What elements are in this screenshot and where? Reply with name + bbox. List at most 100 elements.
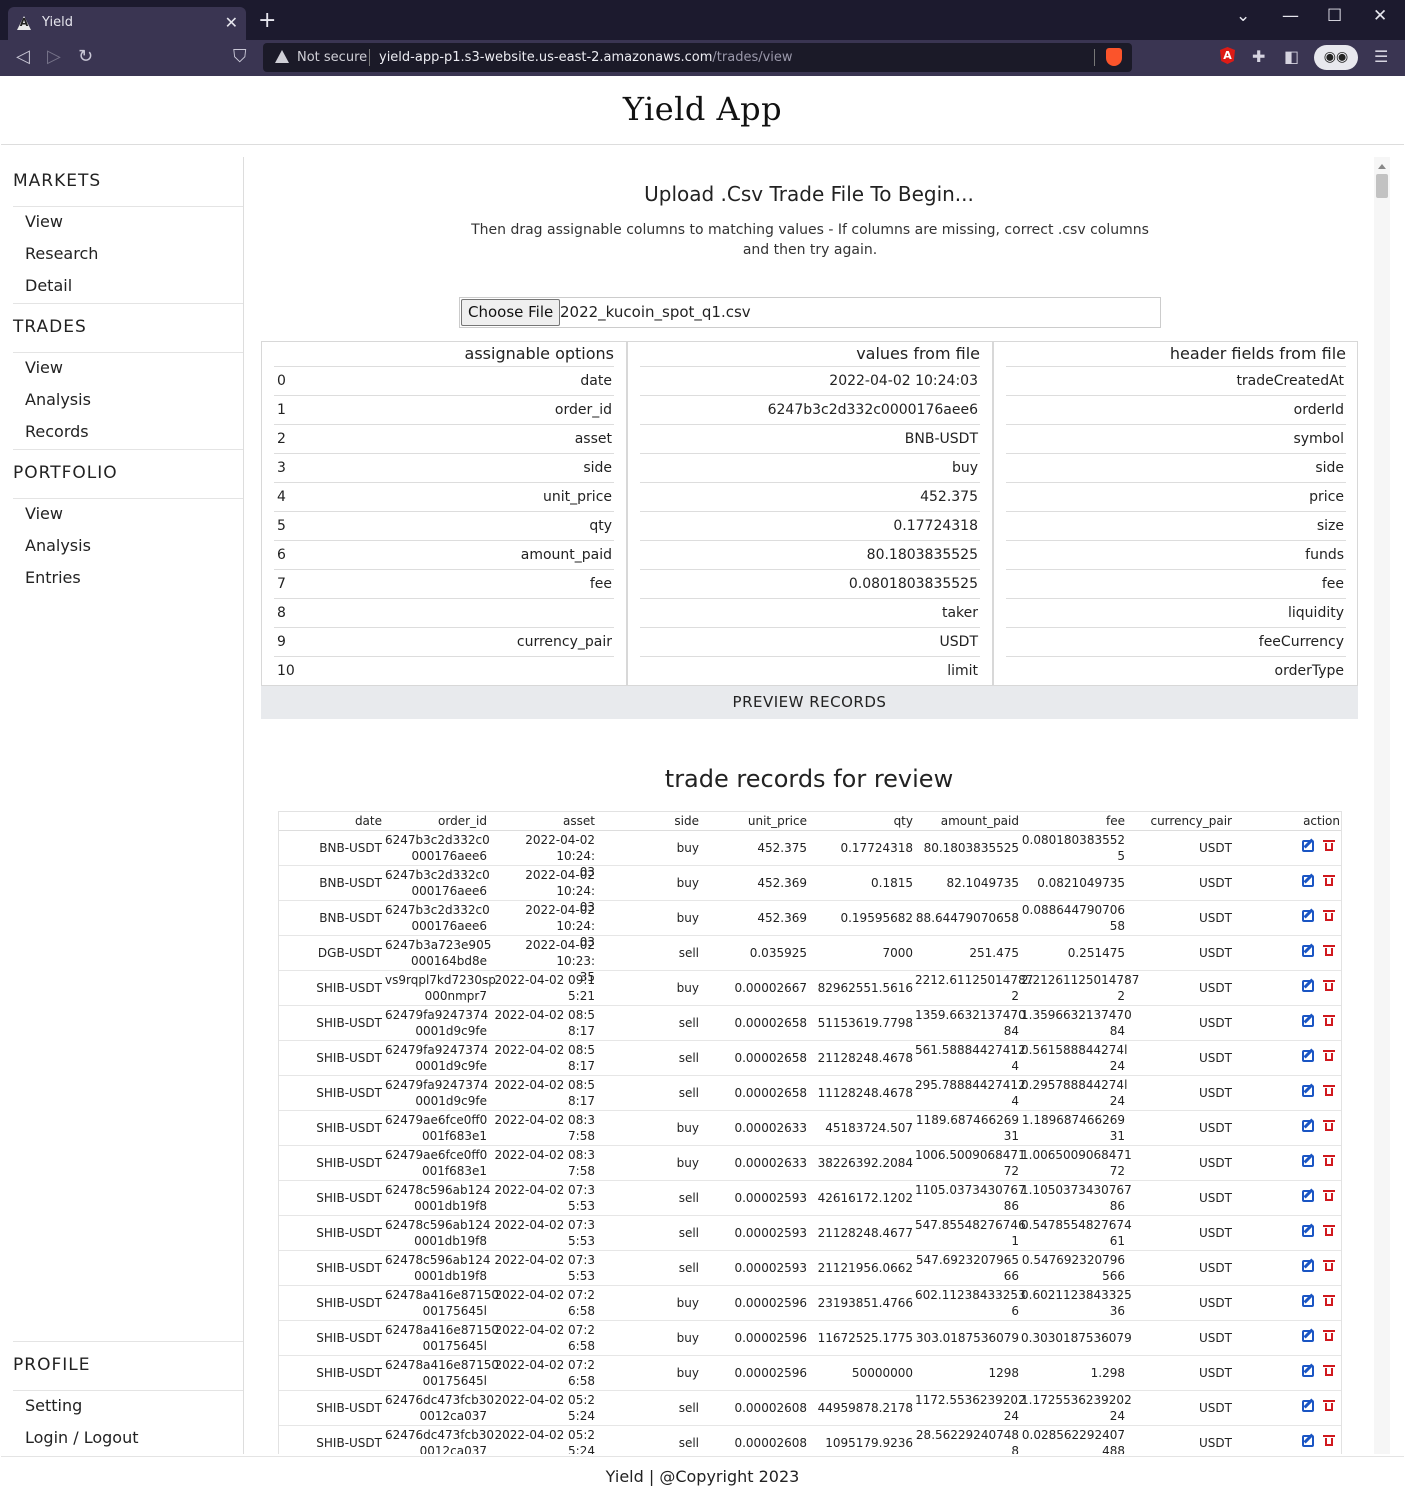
mapping-row[interactable]: 4 unit_price	[274, 482, 614, 511]
main-scrollbar[interactable]	[1374, 157, 1390, 1454]
nav-markets-research[interactable]: Research	[25, 244, 98, 263]
mapping-row[interactable]: fee	[1006, 569, 1346, 598]
edit-icon[interactable]	[1302, 1330, 1314, 1342]
angular-extension-icon[interactable]: A	[1220, 47, 1235, 64]
delete-icon[interactable]	[1323, 1260, 1335, 1272]
address-bar[interactable]: Not secure yield-app-p1.s3-website.us-ea…	[263, 43, 1132, 72]
edit-icon[interactable]	[1302, 1120, 1314, 1132]
mapping-row[interactable]: 2022-04-02 10:24:03	[640, 366, 980, 395]
mapping-row[interactable]: 5 qty	[274, 511, 614, 540]
delete-icon[interactable]	[1323, 1120, 1335, 1132]
nav-portfolio-view[interactable]: View	[25, 504, 63, 523]
edit-icon[interactable]	[1302, 840, 1314, 852]
mapping-row[interactable]: 452.375	[640, 482, 980, 511]
delete-icon[interactable]	[1323, 1015, 1335, 1027]
delete-icon[interactable]	[1323, 1330, 1335, 1342]
mapping-row[interactable]: 0 date	[274, 366, 614, 395]
mapping-row[interactable]: 9 currency_pair	[274, 627, 614, 656]
edit-icon[interactable]	[1302, 1400, 1314, 1412]
extensions-icon[interactable]: ✚	[1252, 47, 1265, 66]
edit-icon[interactable]	[1302, 980, 1314, 992]
mapping-row[interactable]: USDT	[640, 627, 980, 656]
menu-icon[interactable]: ☰	[1374, 47, 1388, 66]
nav-trades-analysis[interactable]: Analysis	[25, 390, 91, 409]
profile-avatar-icon[interactable]: ◉◉	[1314, 45, 1358, 70]
mapping-row[interactable]: liquidity	[1006, 598, 1346, 627]
back-icon[interactable]: ◁	[16, 47, 30, 67]
delete-icon[interactable]	[1323, 980, 1335, 992]
nav-markets-detail[interactable]: Detail	[25, 276, 72, 295]
delete-icon[interactable]	[1323, 840, 1335, 852]
choose-file-button[interactable]: Choose File	[461, 299, 561, 326]
new-tab-icon[interactable]: +	[258, 10, 276, 32]
window-close-icon[interactable]: ✕	[1373, 6, 1387, 26]
file-input[interactable]: Choose File 2022_kucoin_spot_q1.csv	[459, 297, 1161, 328]
edit-icon[interactable]	[1302, 1085, 1314, 1097]
nav-trades-records[interactable]: Records	[25, 422, 89, 441]
mapping-row[interactable]: 10	[274, 656, 614, 685]
nav-profile-setting[interactable]: Setting	[25, 1396, 82, 1415]
reload-icon[interactable]: ↻	[78, 47, 93, 67]
delete-icon[interactable]	[1323, 1435, 1335, 1447]
mapping-row[interactable]: buy	[640, 453, 980, 482]
mapping-row[interactable]: side	[1006, 453, 1346, 482]
delete-icon[interactable]	[1323, 910, 1335, 922]
mapping-row[interactable]: size	[1006, 511, 1346, 540]
tab-search-icon[interactable]: ⌄	[1236, 6, 1250, 26]
edit-icon[interactable]	[1302, 1015, 1314, 1027]
edit-icon[interactable]	[1302, 1050, 1314, 1062]
mapping-row[interactable]: 6247b3c2d332c0000176aee6	[640, 395, 980, 424]
delete-icon[interactable]	[1323, 1085, 1335, 1097]
mapping-row[interactable]: 3 side	[274, 453, 614, 482]
nav-trades-view[interactable]: View	[25, 358, 63, 377]
edit-icon[interactable]	[1302, 875, 1314, 887]
edit-icon[interactable]	[1302, 910, 1314, 922]
mapping-row[interactable]: orderId	[1006, 395, 1346, 424]
edit-icon[interactable]	[1302, 1190, 1314, 1202]
delete-icon[interactable]	[1323, 875, 1335, 887]
delete-icon[interactable]	[1323, 945, 1335, 957]
delete-icon[interactable]	[1323, 1295, 1335, 1307]
edit-icon[interactable]	[1302, 945, 1314, 957]
mapping-row[interactable]: BNB-USDT	[640, 424, 980, 453]
mapping-row[interactable]: symbol	[1006, 424, 1346, 453]
mapping-row[interactable]: 8	[274, 598, 614, 627]
edit-icon[interactable]	[1302, 1260, 1314, 1272]
mapping-row[interactable]: 2 asset	[274, 424, 614, 453]
minimize-icon[interactable]: —	[1282, 6, 1299, 26]
edit-icon[interactable]	[1302, 1365, 1314, 1377]
nav-portfolio-analysis[interactable]: Analysis	[25, 536, 91, 555]
edit-icon[interactable]	[1302, 1435, 1314, 1447]
mapping-row[interactable]: 0.17724318	[640, 511, 980, 540]
delete-icon[interactable]	[1323, 1225, 1335, 1237]
mapping-row[interactable]: 7 fee	[274, 569, 614, 598]
mapping-row[interactable]: orderType	[1006, 656, 1346, 685]
edit-icon[interactable]	[1302, 1225, 1314, 1237]
scroll-thumb[interactable]	[1376, 174, 1388, 198]
scroll-up-icon[interactable]	[1378, 164, 1386, 169]
mapping-row[interactable]: tradeCreatedAt	[1006, 366, 1346, 395]
mapping-row[interactable]: limit	[640, 656, 980, 685]
sidepanel-icon[interactable]: ◧	[1284, 47, 1299, 66]
nav-portfolio-entries[interactable]: Entries	[25, 568, 81, 587]
delete-icon[interactable]	[1323, 1155, 1335, 1167]
close-tab-icon[interactable]: ✕	[225, 13, 238, 32]
delete-icon[interactable]	[1323, 1400, 1335, 1412]
mapping-row[interactable]: feeCurrency	[1006, 627, 1346, 656]
delete-icon[interactable]	[1323, 1190, 1335, 1202]
mapping-row[interactable]: price	[1006, 482, 1346, 511]
edit-icon[interactable]	[1302, 1295, 1314, 1307]
forward-icon[interactable]: ▷	[47, 47, 61, 67]
browser-tab[interactable]: A Yield ✕	[8, 7, 246, 40]
mapping-row[interactable]: 80.1803835525	[640, 540, 980, 569]
bookmark-icon[interactable]: ⛉	[233, 47, 247, 67]
mapping-row[interactable]: taker	[640, 598, 980, 627]
mapping-row[interactable]: 1 order_id	[274, 395, 614, 424]
preview-records-button[interactable]: PREVIEW RECORDS	[261, 686, 1358, 719]
brave-shield-icon[interactable]	[1106, 48, 1122, 66]
nav-profile-login-logout[interactable]: Login / Logout	[25, 1428, 139, 1447]
mapping-row[interactable]: 6 amount_paid	[274, 540, 614, 569]
mapping-row[interactable]: 0.0801803835525	[640, 569, 980, 598]
mapping-row[interactable]: funds	[1006, 540, 1346, 569]
nav-markets-view[interactable]: View	[25, 212, 63, 231]
